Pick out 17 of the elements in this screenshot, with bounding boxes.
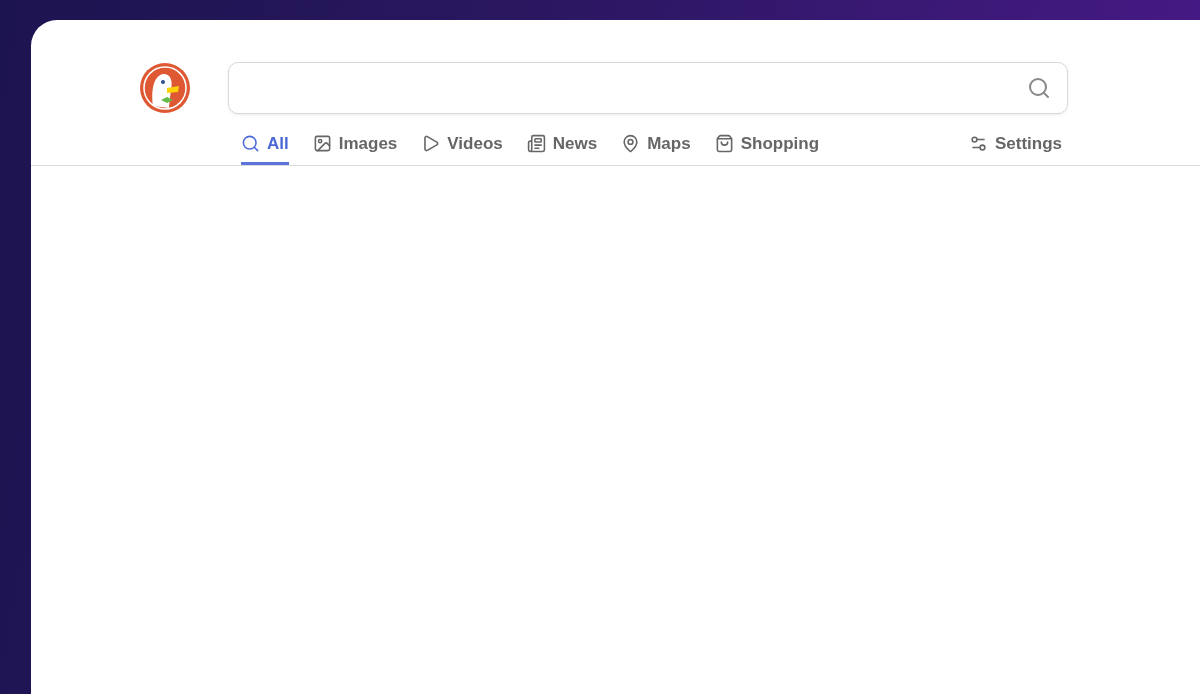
- settings-link[interactable]: Settings: [968, 122, 1062, 165]
- search-tab[interactable]: All: [241, 122, 289, 165]
- search-tab[interactable]: Shopping: [714, 122, 820, 165]
- search-tab[interactable]: Images: [312, 122, 398, 165]
- search-icon: [241, 134, 260, 153]
- search-tab[interactable]: Videos: [421, 122, 503, 165]
- newspaper-icon: [526, 134, 546, 153]
- search-field[interactable]: [228, 62, 1068, 114]
- shopping-bag-icon: [714, 134, 734, 153]
- duck-logo[interactable]: [139, 62, 191, 114]
- map-pin-icon: [621, 134, 641, 153]
- image-icon: [312, 134, 332, 153]
- search-tab[interactable]: News: [526, 122, 598, 165]
- search-icon[interactable]: [1027, 76, 1051, 100]
- play-icon: [421, 134, 441, 153]
- search-tab[interactable]: Maps: [621, 122, 691, 165]
- settings-icon: [968, 134, 988, 153]
